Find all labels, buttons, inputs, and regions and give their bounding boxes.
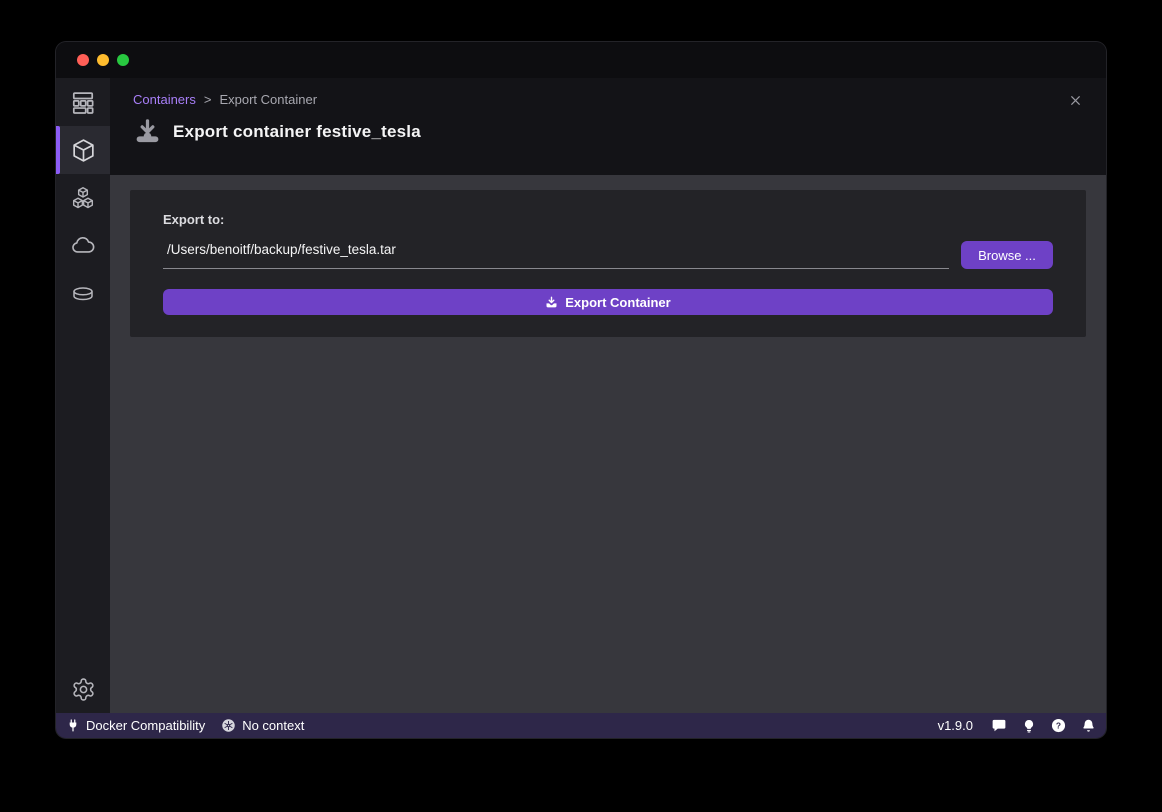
containers-icon <box>70 137 97 164</box>
traffic-light-close-button[interactable] <box>77 54 89 66</box>
dashboard-icon <box>70 89 96 115</box>
export-container-button[interactable]: Export Container <box>163 289 1053 315</box>
sidebar-item-containers[interactable] <box>56 126 110 174</box>
docker-compatibility-status[interactable]: Docker Compatibility <box>66 718 205 733</box>
sidebar-item-dashboard[interactable] <box>56 78 110 126</box>
browse-button[interactable]: Browse ... <box>961 241 1053 269</box>
svg-text:?: ? <box>1056 720 1061 730</box>
plug-icon <box>66 718 80 733</box>
notifications-bell-icon[interactable] <box>1081 718 1096 734</box>
titlebar <box>56 42 1106 78</box>
breadcrumb-containers-link[interactable]: Containers <box>133 92 196 107</box>
feedback-icon[interactable] <box>991 718 1007 733</box>
traffic-light-zoom-button[interactable] <box>117 54 129 66</box>
sidebar-item-volumes[interactable] <box>56 270 110 318</box>
export-button-label: Export Container <box>565 295 670 310</box>
sidebar-item-pods[interactable] <box>56 174 110 222</box>
cloud-icon <box>70 233 96 259</box>
export-to-label: Export to: <box>163 212 1053 227</box>
lightbulb-icon[interactable] <box>1022 718 1036 734</box>
sidebar-item-settings[interactable] <box>56 665 110 713</box>
breadcrumb-current: Export Container <box>219 92 317 107</box>
statusbar: Docker Compatibility No context v1. <box>56 713 1106 738</box>
sidebar-spacer <box>56 318 110 665</box>
download-icon <box>545 296 558 309</box>
sidebar <box>56 78 110 713</box>
docker-compatibility-label: Docker Compatibility <box>86 718 205 733</box>
close-icon[interactable] <box>1066 91 1084 109</box>
version-label: v1.9.0 <box>938 718 973 733</box>
export-path-input[interactable] <box>163 239 949 269</box>
sidebar-item-images[interactable] <box>56 222 110 270</box>
help-icon[interactable]: ? <box>1051 718 1066 733</box>
breadcrumb-separator: > <box>204 92 212 107</box>
traffic-light-minimize-button[interactable] <box>97 54 109 66</box>
kubernetes-context-icon <box>221 718 236 733</box>
kubernetes-context-status[interactable]: No context <box>221 718 304 733</box>
gear-icon <box>71 677 96 702</box>
page-title: Export container festive_tesla <box>173 122 421 142</box>
breadcrumb: Containers > Export Container <box>133 92 1083 107</box>
pods-icon <box>70 185 96 211</box>
download-icon <box>133 117 162 146</box>
context-label: No context <box>242 718 304 733</box>
page-header: Containers > Export Container <box>110 78 1106 175</box>
volumes-icon <box>70 281 96 307</box>
main-area: Export to: Browse ... <box>110 175 1106 713</box>
export-form-panel: Export to: Browse ... <box>130 190 1086 337</box>
app-window: Containers > Export Container <box>56 42 1106 738</box>
